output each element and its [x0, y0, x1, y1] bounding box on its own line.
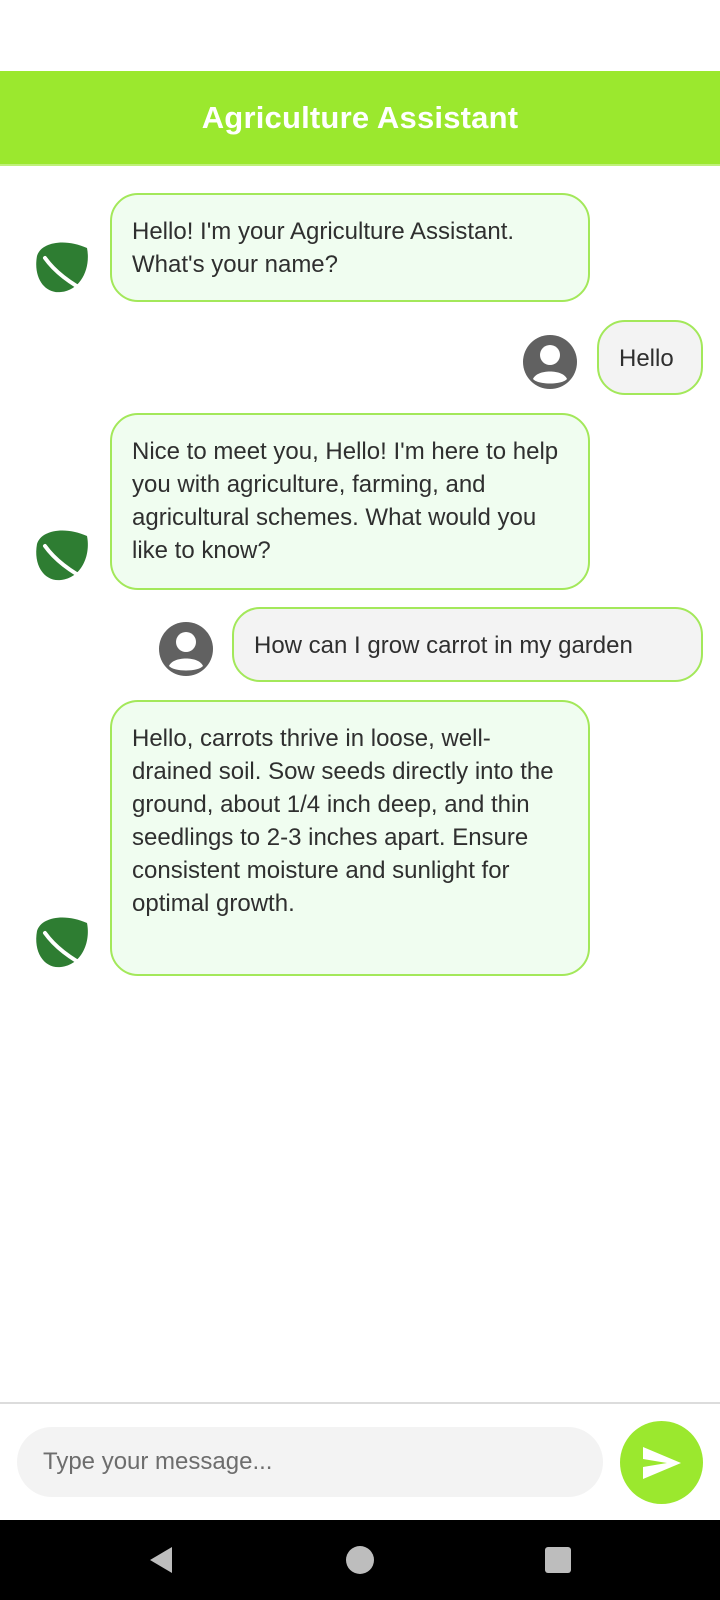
bot-message-bubble: Hello, carrots thrive in loose, well-dra… [110, 700, 590, 976]
composer-divider [0, 1402, 720, 1404]
user-message-bubble: Hello [597, 320, 703, 395]
chat-screen: Agriculture Assistant Hello! I'm your Ag… [0, 0, 720, 1600]
leaf-icon [36, 917, 93, 971]
status-bar [0, 0, 720, 71]
user-message-bubble: How can I grow carrot in my garden [232, 607, 703, 682]
bot-message-bubble: Hello! I'm your Agriculture Assistant. W… [110, 193, 590, 302]
page-title: Agriculture Assistant [201, 99, 519, 135]
user-icon [159, 622, 213, 676]
home-circle-icon[interactable] [340, 1540, 380, 1580]
message-text: Hello! I'm your Agriculture Assistant. W… [132, 218, 515, 278]
message-text: How can I grow carrot in my garden [254, 632, 633, 659]
bot-message-bubble: Nice to meet you, Hello! I'm here to hel… [110, 413, 590, 590]
send-icon [642, 1446, 681, 1479]
message-text: Nice to meet you, Hello! I'm here to hel… [132, 438, 559, 564]
user-icon [523, 335, 577, 389]
back-triangle-icon[interactable] [142, 1540, 182, 1580]
system-nav-bar [0, 1520, 720, 1600]
message-input[interactable] [17, 1427, 603, 1497]
message-text: Hello [619, 345, 674, 372]
recents-square-icon[interactable] [538, 1540, 578, 1580]
leaf-icon [36, 530, 93, 584]
app-header: Agriculture Assistant [0, 71, 720, 166]
send-button[interactable] [620, 1421, 703, 1504]
message-text: Hello, carrots thrive in loose, well-dra… [132, 725, 554, 917]
leaf-icon [36, 242, 93, 296]
